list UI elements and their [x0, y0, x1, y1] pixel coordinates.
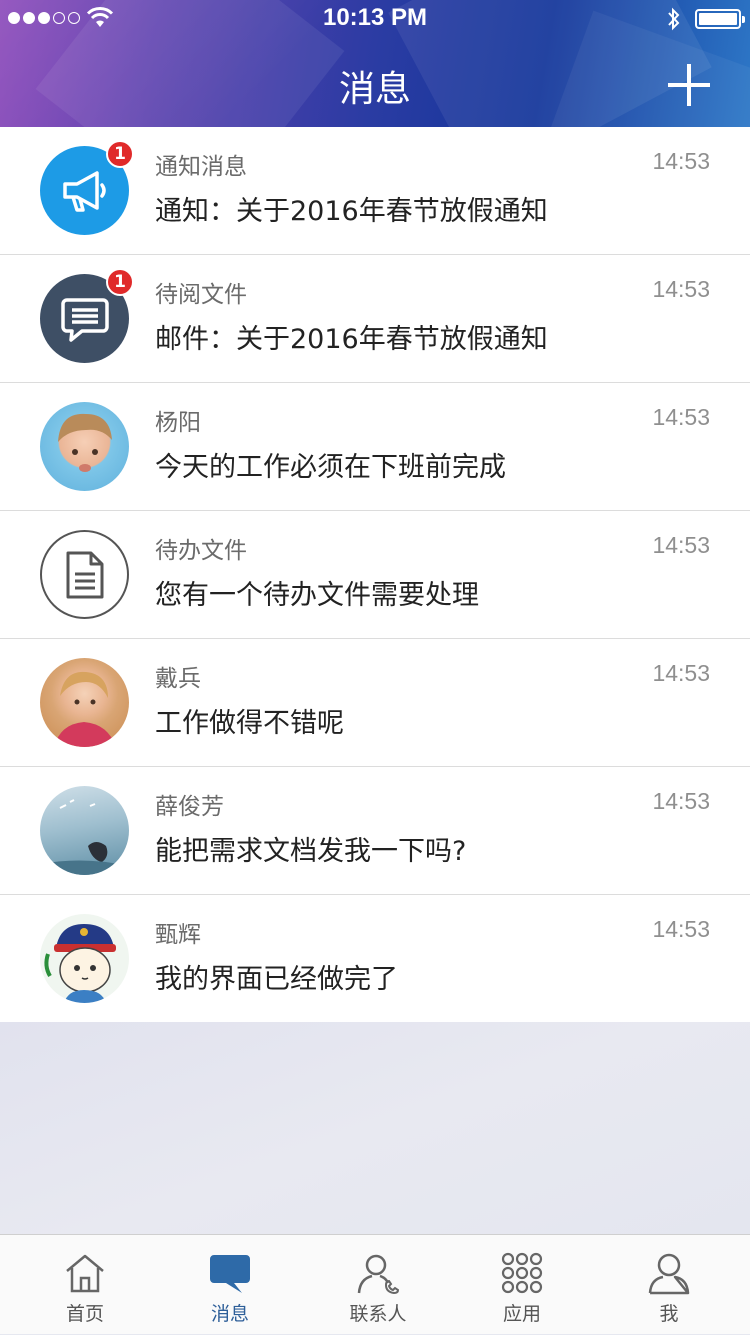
message-sender: 甄辉 — [155, 922, 201, 948]
header-bar: 10:13 PM 消息 — [0, 0, 750, 127]
message-list: 1 通知消息 14:53 通知：关于2016年春节放假通知 1 待阅文件 14:… — [0, 127, 750, 1023]
tab-label: 我 — [659, 1303, 679, 1325]
tab-contacts[interactable]: 联系人 — [318, 1235, 438, 1335]
message-item[interactable]: 薛俊芳 14:53 能把需求文档发我一下吗? — [0, 767, 750, 895]
message-item[interactable]: 1 待阅文件 14:53 邮件：关于2016年春节放假通知 — [0, 255, 750, 383]
message-preview: 通知：关于2016年春节放假通知 — [155, 196, 548, 227]
person-icon — [648, 1253, 690, 1295]
tab-label: 应用 — [502, 1303, 541, 1325]
message-time: 14:53 — [652, 916, 710, 942]
message-sender: 待阅文件 — [155, 282, 247, 308]
message-preview: 邮件：关于2016年春节放假通知 — [155, 324, 548, 355]
plus-icon[interactable] — [668, 64, 710, 106]
tab-apps[interactable]: 应用 — [462, 1235, 582, 1335]
message-sender: 薛俊芳 — [155, 794, 224, 820]
contact-icon — [357, 1254, 400, 1295]
message-preview: 能把需求文档发我一下吗? — [155, 836, 467, 867]
message-time: 14:53 — [652, 276, 710, 302]
message-sender: 待办文件 — [155, 538, 247, 564]
apps-grid-icon — [501, 1252, 543, 1294]
message-item[interactable]: 杨阳 14:53 今天的工作必须在下班前完成 — [0, 383, 750, 511]
page-title: 消息 — [338, 69, 411, 110]
message-time: 14:53 — [652, 532, 710, 558]
message-time: 14:53 — [652, 404, 710, 430]
tab-label: 联系人 — [349, 1303, 407, 1325]
message-item[interactable]: 甄辉 14:53 我的界面已经做完了 — [0, 895, 750, 1023]
empty-background — [0, 1022, 750, 1234]
unread-badge: 1 — [106, 268, 134, 296]
message-sender: 戴兵 — [155, 666, 201, 692]
tab-me[interactable]: 我 — [609, 1235, 729, 1335]
tab-label: 消息 — [210, 1303, 249, 1325]
message-item[interactable]: 1 通知消息 14:53 通知：关于2016年春节放假通知 — [0, 127, 750, 255]
message-time: 14:53 — [652, 148, 710, 174]
message-time: 14:53 — [652, 788, 710, 814]
message-preview: 我的界面已经做完了 — [155, 964, 398, 995]
message-item[interactable]: 待办文件 14:53 您有一个待办文件需要处理 — [0, 511, 750, 639]
status-bar: 10:13 PM — [0, 0, 750, 40]
message-sender: 杨阳 — [155, 410, 201, 436]
document-icon — [40, 530, 129, 619]
message-preview: 今天的工作必须在下班前完成 — [155, 452, 506, 483]
bluetooth-icon — [668, 7, 680, 31]
message-item[interactable]: 戴兵 14:53 工作做得不错呢 — [0, 639, 750, 767]
message-preview: 工作做得不错呢 — [155, 708, 344, 739]
tab-label: 首页 — [65, 1303, 104, 1325]
tab-bar: 首页 消息 联系人 应用 我 — [0, 1234, 750, 1334]
message-time: 14:53 — [652, 660, 710, 686]
girl-photo-avatar — [40, 658, 129, 747]
unread-badge: 1 — [106, 140, 134, 168]
message-sender: 通知消息 — [155, 154, 247, 180]
boy-photo-avatar — [40, 402, 129, 491]
tab-home[interactable]: 首页 — [25, 1235, 145, 1335]
landscape-photo-avatar — [40, 786, 129, 875]
home-icon — [66, 1254, 104, 1293]
cartoon-avatar — [40, 914, 129, 1003]
status-time: 10:13 PM — [322, 4, 428, 31]
tab-messages[interactable]: 消息 — [170, 1235, 290, 1335]
battery-icon — [695, 9, 745, 29]
message-icon — [210, 1255, 250, 1293]
message-preview: 您有一个待办文件需要处理 — [155, 580, 479, 611]
